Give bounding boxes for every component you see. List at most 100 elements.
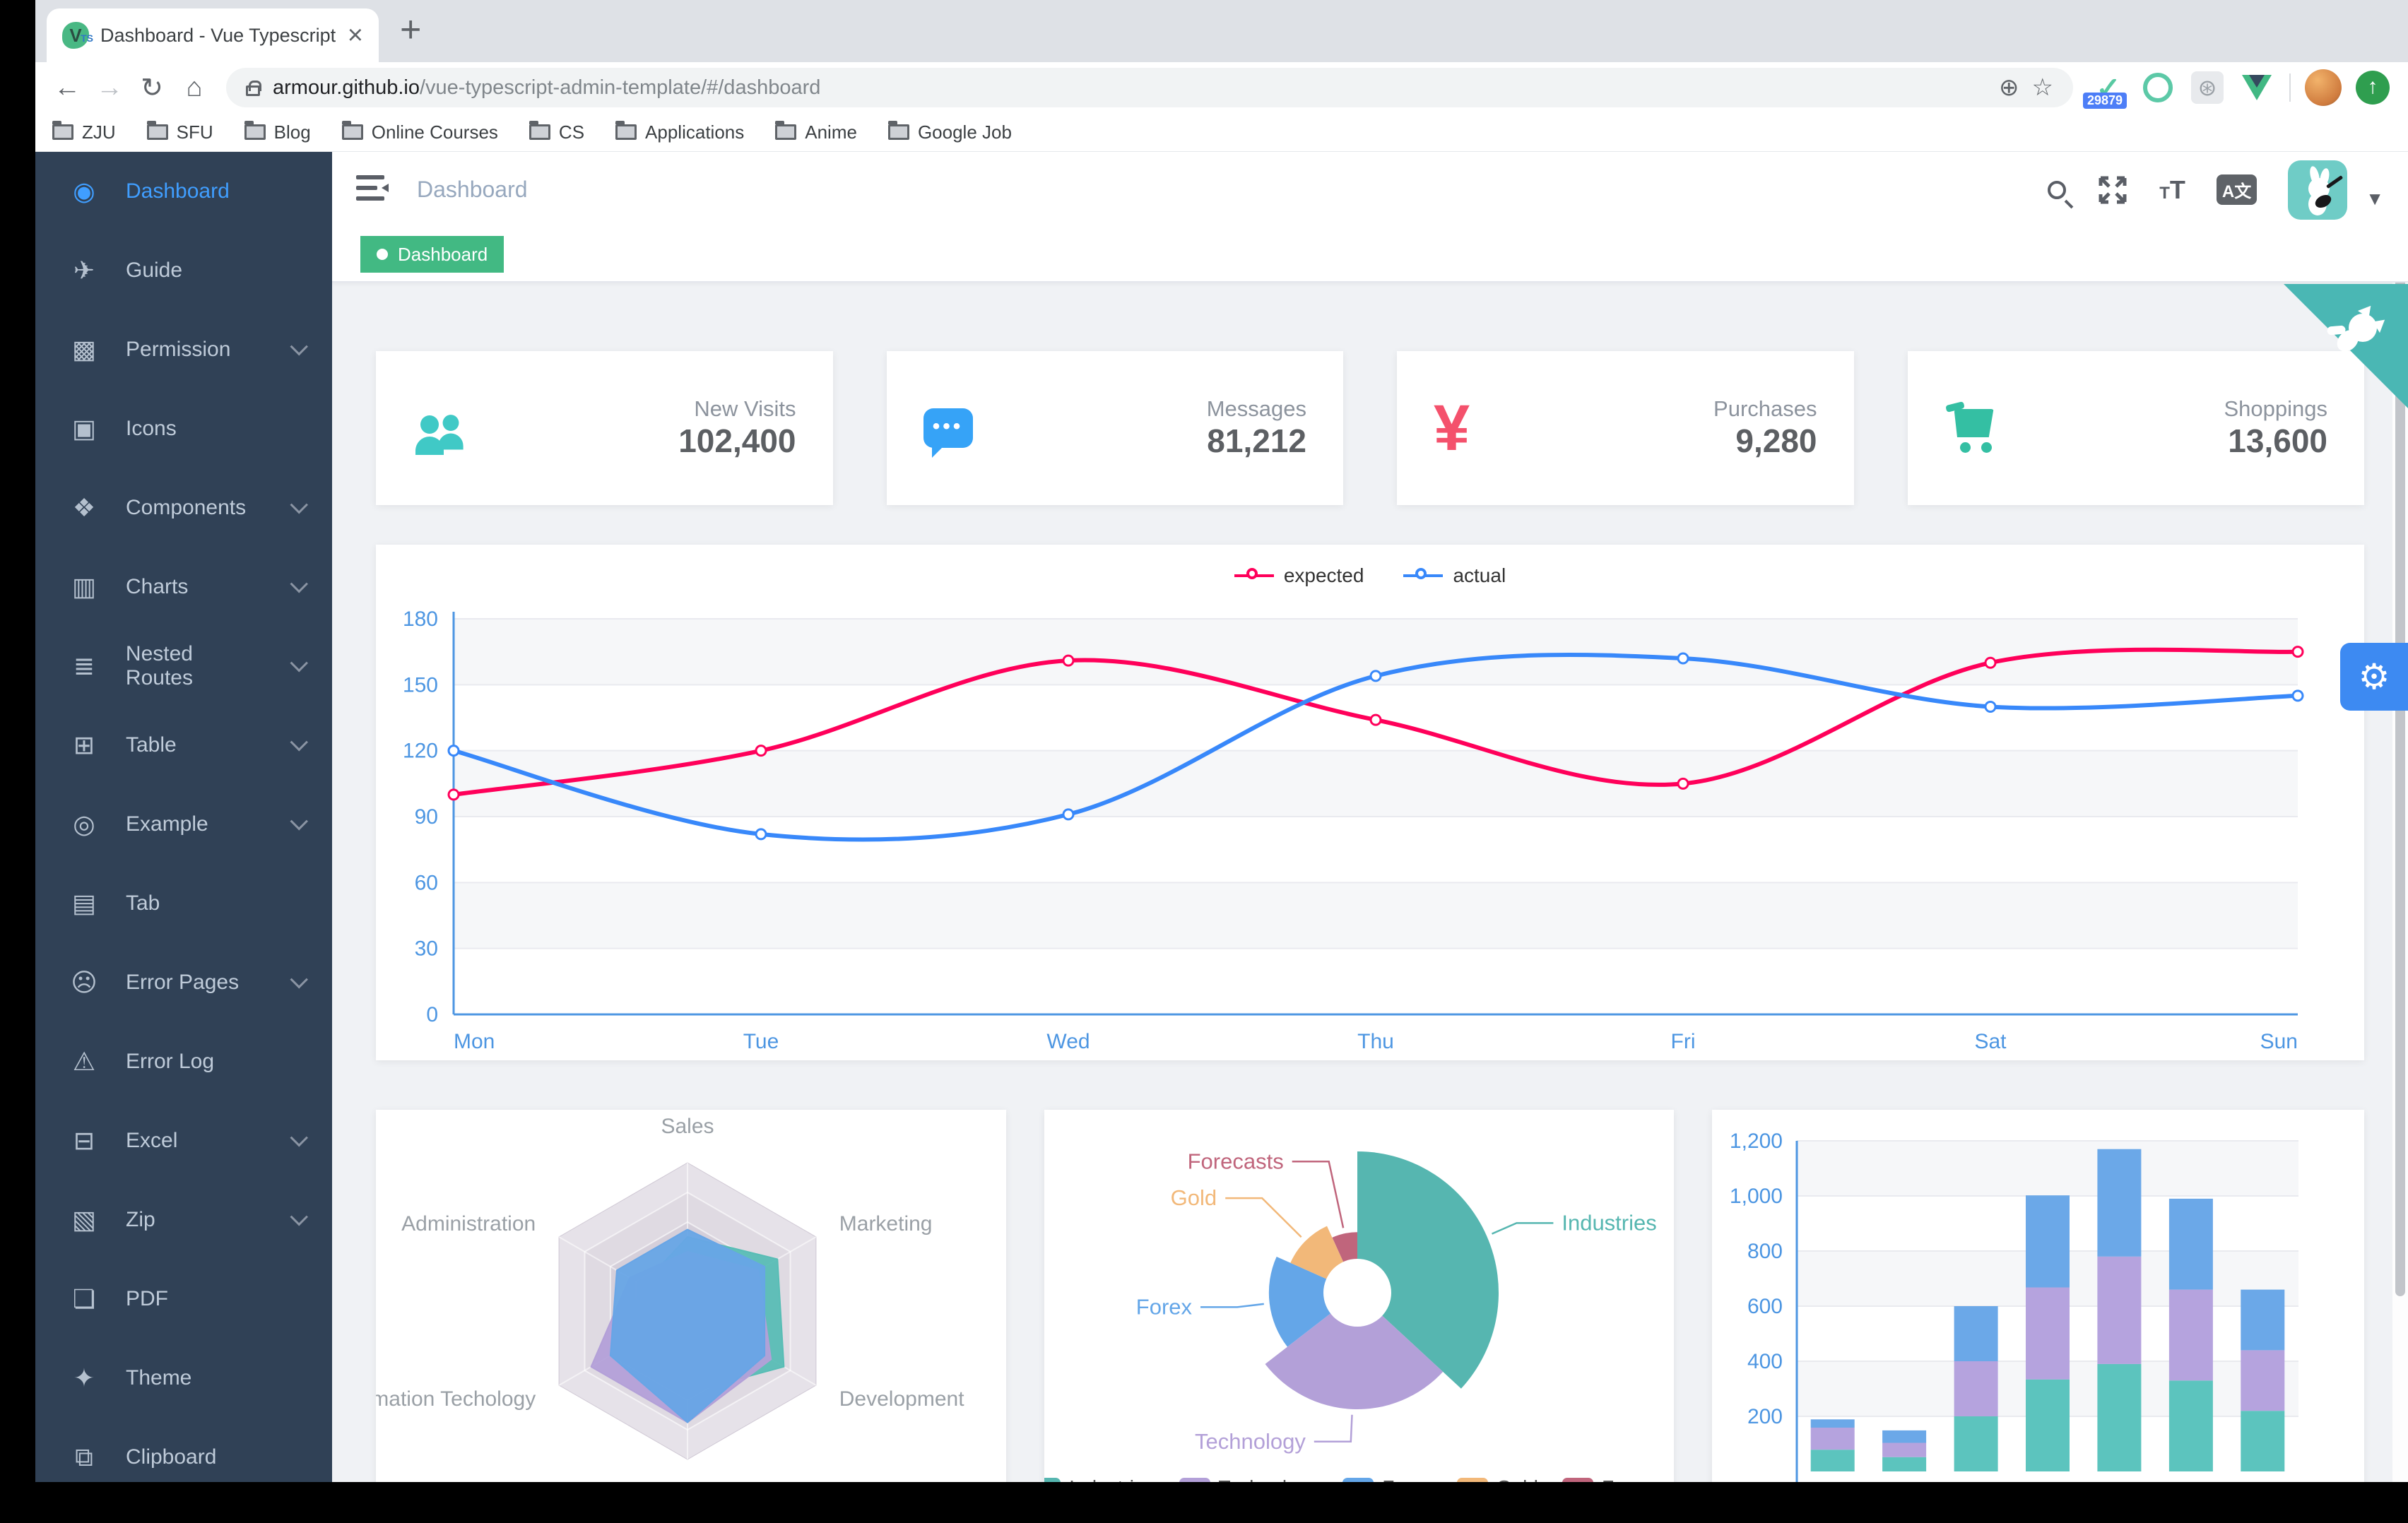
browser-tab-strip: VTS Dashboard - Vue Typescript Ad × +: [35, 0, 2408, 62]
tags-view-bar: Dashboard: [332, 227, 2408, 283]
chevron-down-icon: [290, 338, 308, 356]
extension-ring-icon[interactable]: [2140, 69, 2176, 106]
svg-text:0: 0: [426, 1003, 438, 1026]
stat-card-new-visits[interactable]: New Visits 102,400: [376, 351, 833, 505]
svg-text:800: 800: [1747, 1240, 1783, 1263]
sidebar-item-error-log[interactable]: ⚠ Error Log: [35, 1022, 332, 1101]
sidebar-item-dashboard[interactable]: ◉ Dashboard: [35, 152, 332, 231]
update-icon[interactable]: ↑: [2354, 69, 2391, 106]
svg-text:Fri: Fri: [1671, 1030, 1696, 1053]
sidebar-item-guide[interactable]: ✈ Guide: [35, 231, 332, 310]
folder-icon: [52, 121, 73, 140]
home-icon[interactable]: ⌂: [175, 73, 213, 103]
legend-item-expected[interactable]: expected: [1234, 564, 1364, 587]
vue-ts-favicon: V TS: [62, 22, 93, 49]
shopping-cart-icon: [1944, 401, 2036, 453]
settings-gear-button[interactable]: ⚙: [2340, 643, 2408, 711]
stat-label: Purchases: [1713, 396, 1817, 421]
bookmark-item[interactable]: CS: [529, 121, 584, 143]
hamburger-icon[interactable]: [356, 174, 389, 206]
stat-card-messages[interactable]: ••• Messages 81,212: [886, 351, 1343, 505]
pie-chart: Industries Technology Forex Gold Forecasts: [1136, 1149, 1657, 1453]
app-navbar: Dashboard TT A文 ▼: [332, 152, 2408, 227]
svg-text:Thu: Thu: [1357, 1030, 1394, 1053]
message-icon: •••: [923, 408, 1015, 458]
bookmark-item[interactable]: SFU: [146, 121, 213, 143]
svg-text:120: 120: [403, 740, 438, 763]
caret-down-icon[interactable]: ▼: [2366, 188, 2384, 210]
extension-check-icon[interactable]: ✓ 29879: [2083, 69, 2127, 109]
bookmark-item[interactable]: Anime: [775, 121, 857, 143]
react-devtools-icon[interactable]: ⊛: [2189, 69, 2226, 106]
sidebar-item-error-pages[interactable]: ☹ Error Pages: [35, 943, 332, 1022]
github-corner-icon[interactable]: [2284, 284, 2408, 412]
tab-icon: ▤: [71, 889, 96, 918]
stat-value: 9,280: [1735, 422, 1817, 459]
example-icon: ◎: [73, 810, 95, 838]
icons-icon: ▣: [71, 414, 96, 443]
address-bar[interactable]: armour.github.io/vue-typescript-admin-te…: [226, 68, 2073, 107]
svg-text:1,200: 1,200: [1730, 1130, 1783, 1153]
chevron-down-icon: [290, 733, 308, 752]
bookmark-item[interactable]: Applications: [615, 121, 744, 143]
svg-text:Forex: Forex: [1136, 1294, 1193, 1319]
user-avatar[interactable]: [2288, 160, 2348, 220]
sidebar-item-tab[interactable]: ▤ Tab: [35, 864, 332, 943]
dashboard-content: ⚙ New Visits 102,400 ••• Messages 81,212 ¥ Pur…: [332, 284, 2408, 1483]
legend-item-actual[interactable]: actual: [1403, 564, 1506, 587]
sidebar-item-table[interactable]: ⊞ Table: [35, 706, 332, 785]
stat-value: 81,212: [1207, 422, 1306, 459]
stat-label: Messages: [1206, 396, 1306, 421]
bottom-charts-row: SalesMarketingDevelopmentCustomer Suppor…: [332, 1110, 2408, 1483]
bookmark-item[interactable]: ZJU: [52, 121, 116, 143]
svg-text:90: 90: [415, 805, 438, 829]
search-icon[interactable]: [2048, 180, 2067, 199]
sidebar-item-components[interactable]: ❖ Components: [35, 468, 332, 547]
stat-card-purchases[interactable]: ¥ Purchases 9,280: [1397, 351, 1854, 505]
sidebar-item-example[interactable]: ◎ Example: [35, 785, 332, 864]
svg-text:Administration: Administration: [401, 1212, 536, 1235]
svg-text:180: 180: [403, 608, 438, 631]
browser-tab[interactable]: VTS Dashboard - Vue Typescript Ad ×: [47, 8, 379, 62]
vue-devtools-icon[interactable]: [2238, 69, 2275, 106]
sidebar-item-charts[interactable]: ▥ Charts: [35, 547, 332, 627]
chevron-down-icon: [290, 575, 308, 593]
tag-dashboard[interactable]: Dashboard: [360, 236, 504, 273]
sidebar-item-zip[interactable]: ▧ Zip: [35, 1180, 332, 1260]
sidebar-item-icons[interactable]: ▣ Icons: [35, 389, 332, 468]
reload-icon[interactable]: ↻: [133, 72, 171, 104]
new-tab-button[interactable]: +: [400, 8, 421, 51]
zoom-page-icon[interactable]: ⊕: [1999, 73, 2019, 102]
chevron-down-icon: [290, 971, 308, 989]
pdf-icon: ❏: [72, 1284, 96, 1313]
forward-icon[interactable]: →: [90, 73, 129, 103]
sidebar-item-theme[interactable]: ✦ Theme: [35, 1339, 332, 1418]
sidebar-item-excel[interactable]: ⊟ Excel: [35, 1101, 332, 1180]
back-icon[interactable]: ←: [48, 73, 86, 103]
font-size-icon[interactable]: TT: [2159, 175, 2185, 205]
bar-chart-card: 200 400 600 800 1,000 1,200: [1712, 1110, 2364, 1483]
pie-chart-card: Industries Technology Forex Gold Forecasts I…: [1044, 1110, 1674, 1483]
fullscreen-icon[interactable]: [2097, 174, 2128, 206]
chart-icon: ▥: [71, 572, 96, 601]
sidebar-item-pdf[interactable]: ❏ PDF: [35, 1260, 332, 1339]
bookmark-item[interactable]: Google Job: [887, 121, 1012, 143]
sidebar-item-clipboard[interactable]: ⧉ Clipboard: [35, 1418, 332, 1483]
bookmark-item[interactable]: Online Courses: [341, 121, 498, 143]
folder-icon: [244, 121, 266, 140]
bookmark-star-icon[interactable]: ☆: [2032, 73, 2053, 102]
url-text: armour.github.io/vue-typescript-admin-te…: [273, 76, 821, 99]
breadcrumb[interactable]: Dashboard: [417, 177, 528, 203]
browser-profile-avatar[interactable]: [2305, 69, 2342, 106]
bar-chart: 200 400 600 800 1,000 1,200: [1730, 1130, 2298, 1483]
svg-text:Information Techology: Information Techology: [376, 1387, 536, 1411]
sidebar-item-permission[interactable]: ▩ Permission: [35, 310, 332, 389]
browser-window: VTS Dashboard - Vue Typescript Ad × + ← …: [35, 0, 2408, 1483]
sidebar-item-nested-routes[interactable]: ≣ Nested Routes: [35, 627, 332, 706]
bookmark-item[interactable]: Blog: [244, 121, 311, 143]
svg-text:Tue: Tue: [743, 1030, 779, 1053]
line-chart-legend[interactable]: expected actual: [376, 564, 2364, 587]
components-icon: ❖: [72, 493, 96, 522]
translate-icon[interactable]: A文: [2216, 174, 2258, 205]
close-icon[interactable]: ×: [348, 22, 363, 49]
